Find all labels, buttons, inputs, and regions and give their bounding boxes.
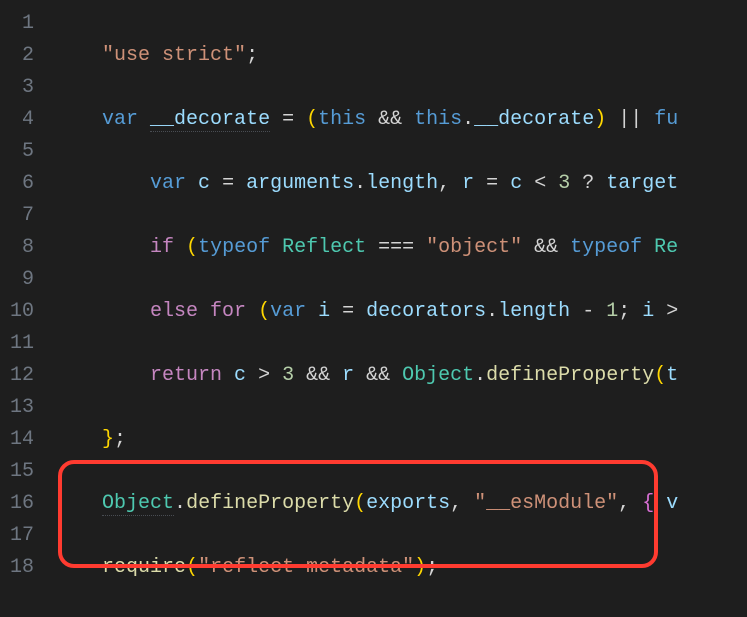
code-line[interactable]: var c = arguments.length, r = c < 3 ? ta… xyxy=(54,168,747,200)
line-number-gutter: 1 2 3 4 5 6 7 8 9 10 11 12 13 14 15 16 1… xyxy=(0,0,48,617)
code-line[interactable]: return c > 3 && r && Object.defineProper… xyxy=(54,360,747,392)
code-line[interactable]: }; xyxy=(54,424,747,456)
line-number: 4 xyxy=(10,104,34,136)
line-number: 5 xyxy=(10,136,34,168)
line-number: 6 xyxy=(10,168,34,200)
line-number: 18 xyxy=(10,552,34,584)
code-line[interactable]: else for (var i = decorators.length - 1;… xyxy=(54,296,747,328)
line-number: 14 xyxy=(10,424,34,456)
line-number: 9 xyxy=(10,264,34,296)
line-number: 16 xyxy=(10,488,34,520)
line-number: 17 xyxy=(10,520,34,552)
line-number: 13 xyxy=(10,392,34,424)
code-line[interactable]: Object.defineProperty(exports, "__esModu… xyxy=(54,488,747,520)
line-number: 10 xyxy=(10,296,34,328)
line-number: 7 xyxy=(10,200,34,232)
line-number: 3 xyxy=(10,72,34,104)
code-area[interactable]: "use strict"; var __decorate = (this && … xyxy=(48,0,747,617)
line-number: 15 xyxy=(10,456,34,488)
code-editor[interactable]: 1 2 3 4 5 6 7 8 9 10 11 12 13 14 15 16 1… xyxy=(0,0,747,617)
line-number: 2 xyxy=(10,40,34,72)
code-line[interactable]: if (typeof Reflect === "object" && typeo… xyxy=(54,232,747,264)
line-number: 1 xyxy=(10,8,34,40)
line-number: 8 xyxy=(10,232,34,264)
line-number: 11 xyxy=(10,328,34,360)
code-line[interactable]: var __decorate = (this && this.__decorat… xyxy=(54,104,747,136)
code-line[interactable]: require("reflect-metadata"); xyxy=(54,552,747,584)
code-line[interactable]: "use strict"; xyxy=(54,40,747,72)
line-number: 12 xyxy=(10,360,34,392)
